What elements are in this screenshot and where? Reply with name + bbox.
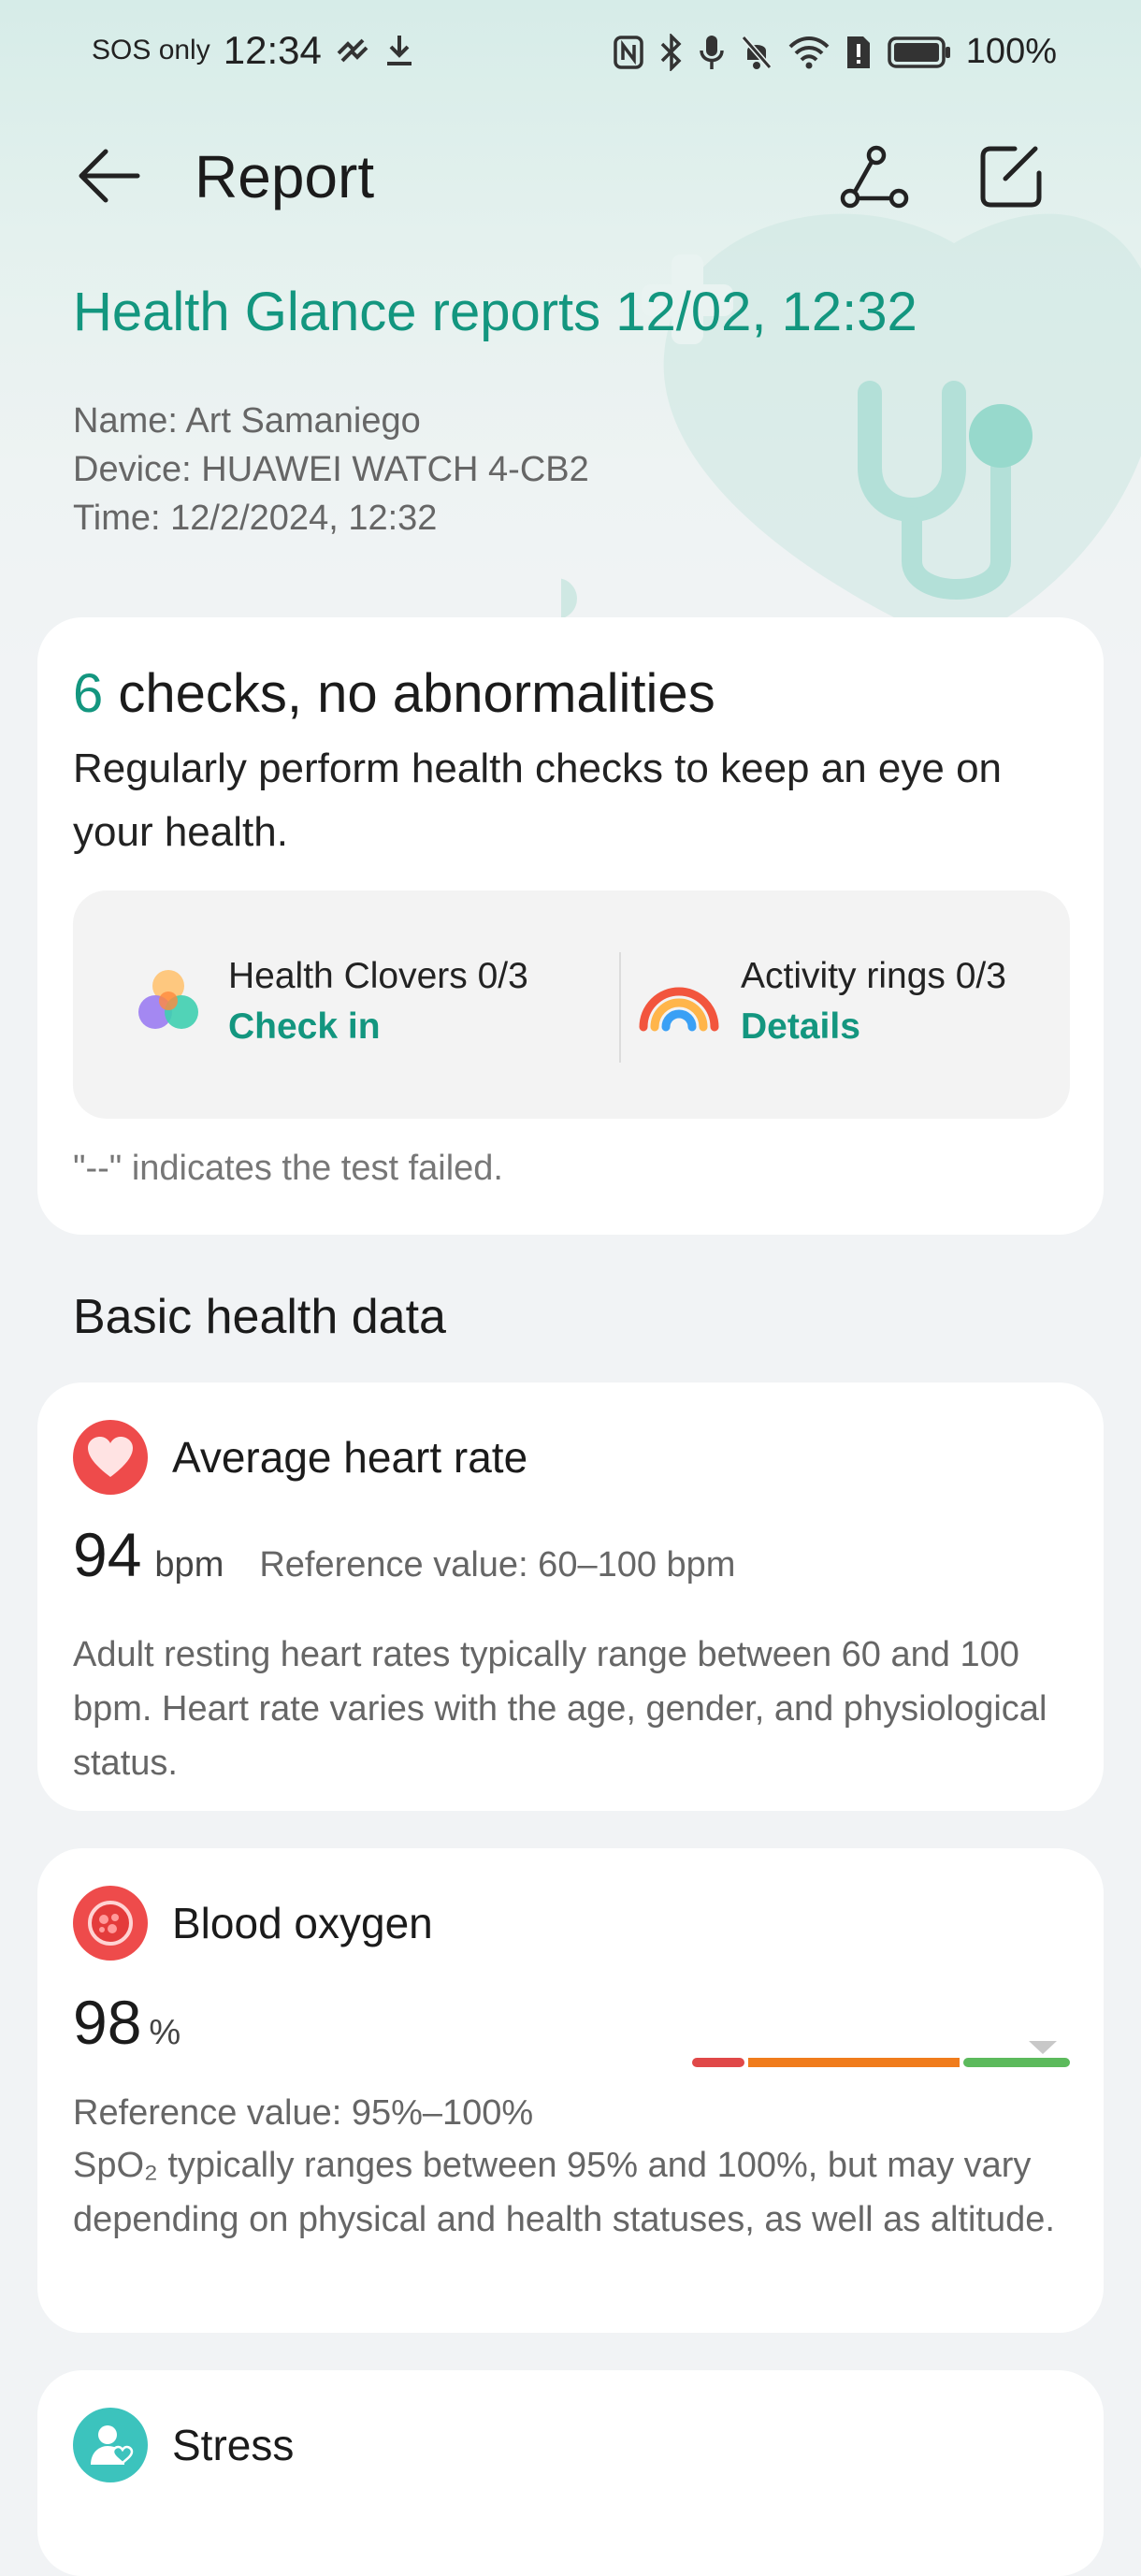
- edit-icon: [980, 146, 1042, 208]
- range-segment-low: [692, 2058, 744, 2067]
- report-title: Health Glance reports 12/02, 12:32: [73, 282, 917, 342]
- report-device: Device: HUAWEI WATCH 4-CB2: [73, 450, 589, 489]
- blood-oxygen-title: Blood oxygen: [172, 1899, 433, 1947]
- blood-oxygen-range-bar: [692, 2041, 1070, 2067]
- goals-panel: Health Clovers 0/3 Check in Activity rin…: [73, 890, 1070, 1119]
- activity-rings-item[interactable]: Activity rings 0/3 Details: [634, 954, 1006, 1055]
- check-count: 6: [73, 663, 104, 724]
- blood-oxygen-description: SpO₂ typically ranges between 95% and 10…: [73, 2146, 1055, 2239]
- activity-rings-icon: [639, 987, 719, 1032]
- report-meta: Name: Art Samaniego Device: HUAWEI WATCH…: [73, 397, 589, 543]
- heart-rate-description: Adult resting heart rates typically rang…: [73, 1635, 1047, 1783]
- heart-rate-value-row: 94 bpm Reference value: 60–100 bpm: [73, 1519, 735, 1590]
- heart-rate-card[interactable]: Average heart rate 94 bpm Reference valu…: [37, 1382, 1104, 1811]
- health-clovers-label: Health Clovers 0/3: [228, 956, 528, 996]
- heart-rate-unit: bpm: [154, 1545, 224, 1585]
- details-link[interactable]: Details: [741, 999, 1006, 1055]
- blood-oxygen-value: 98: [73, 1988, 142, 2057]
- download-icon: [386, 36, 412, 65]
- stethoscope-heart-illustration: [561, 213, 1141, 636]
- vpn-icon: [337, 38, 368, 63]
- heart-rate-reference: Reference value: 60–100 bpm: [259, 1545, 736, 1585]
- stress-title: Stress: [172, 2421, 295, 2469]
- sim-alert-icon: [846, 36, 870, 68]
- section-title: Basic health data: [73, 1290, 446, 1344]
- wifi-icon: [788, 36, 830, 68]
- mute-bell-icon: [741, 35, 773, 69]
- summary-description: Regularly perform health checks to keep …: [73, 745, 1003, 855]
- check-in-link[interactable]: Check in: [228, 999, 528, 1055]
- blood-oxygen-reference: Reference value: 95%–100%: [73, 2093, 534, 2133]
- clock: 12:34: [223, 28, 322, 72]
- status-bar: SOS only 12:34 100%: [0, 0, 1141, 112]
- range-indicator-marker: [1029, 2041, 1057, 2054]
- battery-icon: [888, 36, 950, 68]
- report-time: Time: 12/2/2024, 12:32: [73, 499, 438, 538]
- microphone-icon: [700, 35, 724, 69]
- stress-icon: [73, 2408, 148, 2482]
- health-clovers-icon: [138, 970, 198, 1029]
- stress-card[interactable]: Stress: [37, 2370, 1104, 2576]
- page-title: Report: [195, 143, 375, 210]
- report-name: Name: Art Samaniego: [73, 401, 421, 441]
- bluetooth-icon: [660, 33, 682, 71]
- stress-header: Stress: [73, 2408, 294, 2482]
- heart-rate-title: Average heart rate: [172, 1433, 528, 1482]
- nfc-icon: [614, 35, 643, 69]
- fail-note: "--" indicates the test failed.: [73, 1149, 503, 1188]
- back-button[interactable]: [71, 138, 146, 213]
- blood-drop-icon: [73, 1886, 148, 1961]
- blood-oxygen-value-row: 98 %: [73, 1987, 181, 2058]
- summary-headline: 6 checks, no abnormalities: [73, 662, 715, 725]
- heart-rate-header: Average heart rate: [73, 1420, 527, 1495]
- activity-rings-label: Activity rings 0/3: [741, 956, 1006, 996]
- summary-card: 6 checks, no abnormalities Regularly per…: [37, 617, 1104, 1235]
- heart-icon: [73, 1420, 148, 1495]
- blood-oxygen-unit: %: [149, 2013, 181, 2052]
- range-segment-mid: [748, 2058, 960, 2067]
- share-icon: [840, 145, 909, 209]
- carrier-status: SOS only: [92, 35, 210, 65]
- panel-divider: [619, 952, 621, 1063]
- edit-button[interactable]: [969, 135, 1053, 219]
- blood-oxygen-header: Blood oxygen: [73, 1886, 433, 1961]
- heart-rate-value: 94: [73, 1520, 142, 1589]
- summary-headline-text: checks, no abnormalities: [103, 663, 715, 724]
- app-bar: Report: [0, 122, 1141, 234]
- battery-percent: 100%: [965, 32, 1057, 71]
- range-segment-normal: [963, 2058, 1070, 2067]
- health-clovers-item[interactable]: Health Clovers 0/3 Check in: [127, 954, 528, 1055]
- blood-oxygen-card[interactable]: Blood oxygen 98 % Reference value: 95%–1…: [37, 1848, 1104, 2333]
- back-arrow-icon: [79, 149, 140, 203]
- share-button[interactable]: [832, 135, 917, 219]
